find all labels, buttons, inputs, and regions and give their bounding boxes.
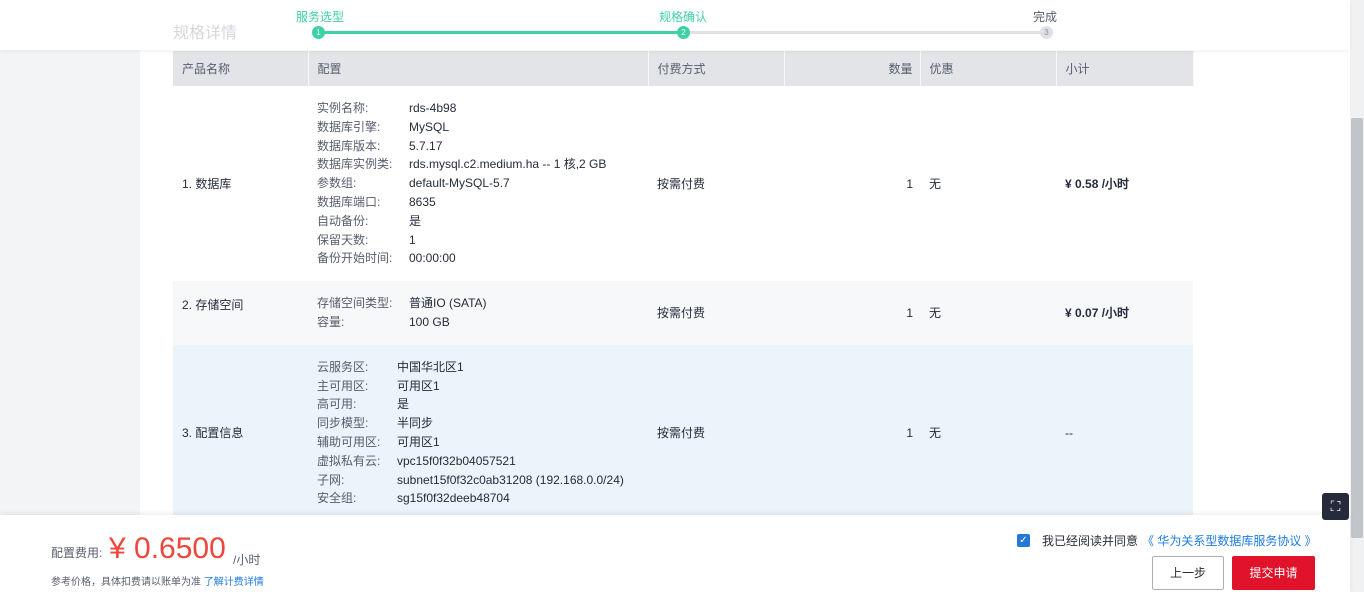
subtotal: ¥ 0.07 /小时 <box>1056 281 1193 345</box>
col-header-config: 配置 <box>308 51 649 86</box>
config-value: rds-4b98 <box>409 101 457 115</box>
fee-note: 参考价格，具体扣费请以账单为准 了解计费详情 <box>51 573 264 588</box>
config-cell: 存储空间类型: 普通IO (SATA) 容量: 100 GB <box>308 281 648 345</box>
previous-step-button[interactable]: 上一步 <box>1152 556 1224 590</box>
config-key: 主可用区: <box>317 378 369 393</box>
config-value: default-MySQL-5.7 <box>409 176 510 191</box>
config-value: 可用区1 <box>397 434 440 449</box>
config-key: 容量: <box>317 314 345 329</box>
config-key: 高可用: <box>317 397 357 412</box>
quantity: 1 <box>784 86 920 282</box>
config-key: 存储空间类型: <box>317 296 393 311</box>
subtotal: -- <box>1056 344 1193 522</box>
agree-checkbox[interactable]: ✓ <box>1017 534 1030 547</box>
col-header-product: 产品名称 <box>173 51 309 86</box>
config-value: 中国华北区1 <box>397 359 464 374</box>
billing-mode: 按需付费 <box>648 281 784 345</box>
config-key: 数据库实例类: <box>317 157 393 172</box>
config-value: sg15f0f32deeb48704 <box>397 491 510 506</box>
quantity: 1 <box>784 344 920 522</box>
col-header-billing: 付费方式 <box>648 51 785 86</box>
config-key: 自动备份: <box>317 213 369 228</box>
fee-label: 配置费用: <box>51 546 103 560</box>
config-key: 数据库引擎: <box>317 119 381 134</box>
config-key: 云服务区: <box>317 359 369 374</box>
config-value: 00:00:00 <box>409 251 456 266</box>
billing-mode: 按需付费 <box>648 86 784 282</box>
table-row: 2. 存储空间 存储空间类型: 普通IO (SATA) 容量: 100 GB 按需付… <box>173 281 1193 345</box>
config-key: 参数组: <box>317 176 357 191</box>
fee-unit: /小时 <box>233 553 261 567</box>
config-value: 普通IO (SATA) <box>409 296 487 311</box>
config-key: 同步模型: <box>317 416 369 431</box>
config-key: 实例名称: <box>317 101 369 115</box>
page-scrollbar-thumb[interactable] <box>1351 118 1363 538</box>
config-value: 可用区1 <box>397 378 440 393</box>
agree-text: 我已经阅读并同意 <box>1042 534 1139 548</box>
col-header-qty: 数量 <box>784 51 921 86</box>
discount: 无 <box>920 344 1056 522</box>
subtotal: ¥ 0.58 /小时 <box>1056 86 1193 282</box>
config-value: 是 <box>409 213 422 228</box>
agreement-link[interactable]: 《 华为关系型数据库服务协议 》 <box>1142 532 1317 549</box>
billing-mode: 按需付费 <box>648 344 784 522</box>
config-value: 8635 <box>409 194 436 209</box>
stepper-header: 规格详情 服务选型 1 规格确认 2 完成 3 <box>0 0 1350 50</box>
config-value: rds.mysql.c2.medium.ha -- 1 核,2 GB <box>409 157 607 172</box>
step-2-dot: 2 <box>677 26 690 39</box>
col-header-discount: 优惠 <box>920 51 1057 86</box>
product-name: 3. 配置信息 <box>173 344 308 522</box>
config-value: 5.7.17 <box>409 138 443 153</box>
config-value: 1 <box>409 232 416 247</box>
fee-note-text: 参考价格，具体扣费请以账单为准 <box>51 577 201 588</box>
config-value: 半同步 <box>397 416 434 431</box>
step-3-label: 完成 <box>1033 10 1058 24</box>
footer-bar: 配置费用: ¥ 0.6500 /小时 参考价格，具体扣费请以账单为准 了解计费详… <box>0 515 1350 592</box>
spec-table: 产品名称 配置 付费方式 数量 优惠 小计 1. 数据库 实例名称: rds-4b… <box>173 51 1194 522</box>
config-key: 备份开始时间: <box>317 251 393 266</box>
config-cell: 云服务区: 中国华北区1 主可用区: 可用区1 高可用: 是 同步模型: 半同步 辅助可… <box>308 344 648 522</box>
discount: 无 <box>920 281 1056 345</box>
config-value: MySQL <box>409 119 450 134</box>
config-key: 数据库版本: <box>317 138 381 153</box>
step-3-dot: 3 <box>1040 26 1053 39</box>
config-key: 辅助可用区: <box>317 434 381 449</box>
config-key: 保留天数: <box>317 232 369 247</box>
config-value: vpc15f0f32b04057521 <box>397 453 516 468</box>
config-key: 数据库端口: <box>317 194 381 209</box>
fee-amount: ¥ 0.6500 <box>109 532 226 565</box>
config-value: subnet15f0f32c0ab31208 (192.168.0.0/24) <box>397 472 624 487</box>
config-value: 是 <box>397 397 410 412</box>
step-1-dot: 1 <box>312 26 325 39</box>
section-title: 规格详情 <box>173 25 238 42</box>
agreement: ✓ 我已经阅读并同意 《 华为关系型数据库服务协议 》 <box>1017 532 1317 549</box>
table-header-row: 产品名称 配置 付费方式 数量 优惠 小计 <box>173 51 1194 86</box>
submit-button[interactable]: 提交申请 <box>1232 556 1315 590</box>
config-value: 100 GB <box>409 314 450 329</box>
config-key: 子网: <box>317 472 345 487</box>
billing-details-link[interactable]: 了解计费详情 <box>204 577 264 588</box>
config-key: 虚拟私有云: <box>317 453 381 468</box>
step-1-label: 服务选型 <box>296 10 345 24</box>
table-row: 3. 配置信息 云服务区: 中国华北区1 主可用区: 可用区1 高可用: 是 同步模型… <box>173 344 1193 522</box>
discount: 无 <box>920 86 1056 282</box>
product-name: 2. 存储空间 <box>173 281 308 345</box>
step-line-todo <box>684 31 1046 34</box>
screenshot-tool-icon[interactable]: ⛶ <box>1322 493 1349 520</box>
col-header-subtotal: 小计 <box>1056 51 1194 86</box>
config-cell: 实例名称: rds-4b98 数据库引擎: MySQL 数据库版本: 5.7.17 数… <box>308 86 648 282</box>
product-name: 1. 数据库 <box>173 86 308 282</box>
config-key: 安全组: <box>317 491 357 506</box>
step-2-label: 规格确认 <box>659 10 708 24</box>
table-row: 1. 数据库 实例名称: rds-4b98 数据库引擎: MySQL 数据库版本: 5… <box>173 86 1193 282</box>
step-line-done <box>318 31 684 34</box>
quantity: 1 <box>784 281 920 345</box>
